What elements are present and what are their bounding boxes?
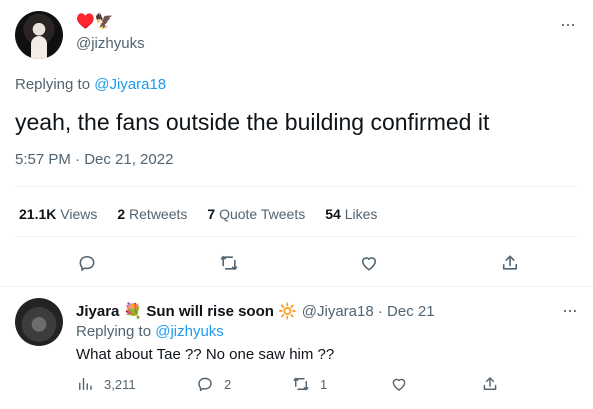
display-name[interactable]: ♥️🦅 — [76, 12, 113, 30]
views-icon — [79, 378, 92, 390]
avatar[interactable] — [15, 11, 63, 59]
more-icon[interactable]: ··· — [562, 300, 578, 321]
reply-action-bar: 3,211 2 1 — [76, 375, 506, 397]
share-icon — [483, 377, 497, 390]
reply-header: Jiyara 💐 Sun will rise soon 🔆 @Jiyara18 … — [76, 302, 435, 321]
reply-count: 2 — [224, 376, 232, 392]
quote-tweets-count: 7 — [207, 206, 216, 222]
reply-handle-date[interactable]: @Jiyara18 · Dec 21 — [302, 303, 435, 320]
replying-to-prefix: Replying to — [15, 76, 95, 93]
quote-tweets-stat[interactable]: 7 Quote Tweets — [207, 206, 305, 222]
tweet-stats: 21.1K Views 2 Retweets 7 Quote Tweets 54… — [19, 206, 397, 222]
divider — [15, 186, 578, 187]
reply-replying-to: Replying to @jizhyuks — [76, 323, 224, 340]
retweets-label: Retweets — [129, 206, 188, 222]
quote-tweets-label: Quote Tweets — [219, 206, 306, 222]
tweet-text: yeah, the fans outside the building conf… — [15, 109, 490, 135]
likes-stat[interactable]: 54 Likes — [325, 206, 377, 222]
reply-button[interactable]: 2 — [196, 375, 231, 393]
likes-label: Likes — [344, 206, 378, 222]
tweet-timestamp[interactable]: 5:57 PM · Dec 21, 2022 — [15, 151, 173, 168]
display-name-emojis: ♥️🦅 — [76, 13, 114, 30]
like-icon[interactable] — [359, 253, 383, 277]
replying-to: Replying to @Jiyara18 — [15, 76, 166, 93]
more-icon[interactable]: ··· — [560, 14, 576, 35]
views-count: 21.1K — [19, 206, 57, 222]
retweet-icon[interactable] — [219, 253, 243, 277]
views-count: 3,211 — [104, 376, 136, 392]
replying-to-prefix: Replying to — [76, 323, 156, 340]
tweet-action-bar — [0, 244, 593, 284]
likes-count: 54 — [325, 206, 341, 222]
retweets-count: 2 — [117, 206, 126, 222]
mention-link[interactable]: @Jiyara18 — [94, 76, 166, 93]
views-stat[interactable]: 21.1K Views — [19, 206, 97, 222]
divider — [0, 286, 593, 287]
reply-display-name[interactable]: Jiyara 💐 Sun will rise soon 🔆 — [76, 302, 297, 320]
views-label: Views — [60, 206, 98, 222]
share-button[interactable] — [481, 375, 499, 393]
reply-avatar[interactable] — [15, 298, 63, 346]
like-icon — [392, 378, 406, 391]
reply-icon — [198, 377, 212, 392]
reply-text: What about Tae ?? No one saw him ?? — [76, 346, 335, 363]
divider — [15, 236, 578, 237]
user-handle[interactable]: @jizhyuks — [76, 35, 145, 52]
retweets-stat[interactable]: 2 Retweets — [117, 206, 187, 222]
views-button[interactable]: 3,211 — [76, 375, 136, 393]
retweet-icon — [293, 377, 309, 391]
reply-icon[interactable] — [77, 253, 101, 277]
retweet-button[interactable]: 1 — [292, 375, 327, 393]
mention-link[interactable]: @jizhyuks — [155, 323, 224, 340]
like-button[interactable] — [390, 375, 408, 393]
share-icon[interactable] — [500, 253, 524, 277]
retweet-count: 1 — [320, 376, 328, 392]
